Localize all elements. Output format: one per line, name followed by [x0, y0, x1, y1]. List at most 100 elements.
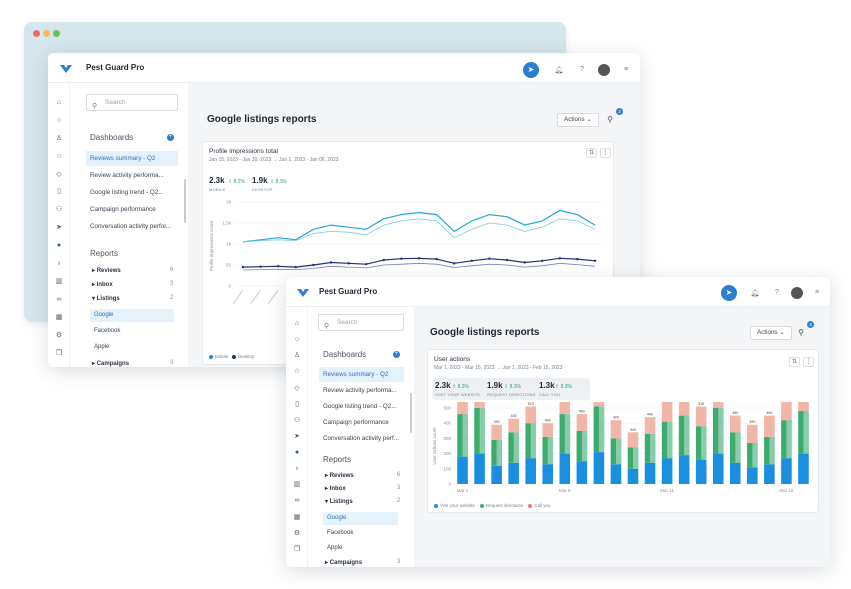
y-tick-label: 50	[226, 263, 232, 268]
dashboard-item[interactable]: Reviews summary - Q2	[319, 367, 404, 382]
report-group-inbox[interactable]: ▸ Inbox	[92, 281, 113, 288]
help-icon[interactable]: ?	[772, 289, 782, 296]
diamond-icon[interactable]: ◇	[54, 170, 64, 180]
avatar[interactable]	[598, 64, 610, 76]
filter-icon[interactable]: ⚲	[794, 326, 808, 340]
send-icon[interactable]: ➤	[721, 285, 737, 301]
dashboard-item[interactable]: Google listing trend - Q2...	[86, 185, 174, 200]
legend: Visit your website Request directions Ca…	[434, 503, 551, 508]
google-icon[interactable]: ●	[54, 241, 64, 251]
listing-item-facebook[interactable]: Facebook	[90, 325, 174, 338]
add-dashboard-button[interactable]: +	[167, 134, 174, 141]
chart-icon[interactable]: ▥	[292, 480, 302, 490]
listing-item-google[interactable]: Google	[90, 309, 174, 322]
link-icon[interactable]: ∞	[54, 295, 64, 305]
help-icon[interactable]: ?	[577, 66, 587, 73]
more-icon[interactable]: ⋮	[600, 148, 611, 158]
app-logo-icon	[60, 65, 72, 73]
data-point	[347, 262, 350, 265]
avatar[interactable]	[791, 287, 803, 299]
more-icon[interactable]: ⋮	[803, 357, 814, 367]
dashboard-item[interactable]: Conversation activity perfor...	[86, 219, 174, 234]
google-icon[interactable]: ●	[292, 448, 302, 458]
home-icon[interactable]: ⌂	[292, 319, 302, 329]
settings-icon[interactable]: ⚙	[54, 331, 64, 341]
diamond-icon[interactable]: ◇	[292, 384, 302, 394]
bar-segment	[747, 424, 758, 443]
y-tick-label: 500	[443, 406, 451, 411]
send-icon[interactable]: ➤	[292, 432, 302, 442]
star-icon[interactable]: ☆	[292, 367, 302, 377]
bar-segment-overlay	[684, 415, 690, 456]
report-count: 2	[397, 498, 401, 504]
search-icon: ⚲	[92, 103, 98, 110]
star-icon[interactable]: ☆	[54, 152, 64, 162]
chat-icon[interactable]: ○	[292, 335, 302, 345]
report-group-reviews[interactable]: ▸ Reviews	[92, 267, 121, 274]
document-icon[interactable]: ▯	[292, 400, 302, 410]
chat-icon[interactable]: ○	[54, 116, 64, 126]
bulb-icon[interactable]: ♁	[292, 464, 302, 474]
send-icon[interactable]: ➤	[523, 62, 539, 78]
scrollbar[interactable]	[184, 179, 186, 223]
close-dot[interactable]	[33, 30, 40, 37]
legend-dot	[209, 354, 213, 359]
listing-item-google[interactable]: Google	[323, 512, 398, 525]
copy-icon[interactable]: ❐	[292, 545, 302, 555]
maximize-dot[interactable]	[53, 30, 60, 37]
actions-button[interactable]: Actions ⌄	[557, 113, 599, 127]
home-icon[interactable]: ⌂	[54, 98, 64, 108]
dashboard-item[interactable]: Campaign performance	[86, 202, 174, 217]
user-icon[interactable]: ♙	[292, 351, 302, 361]
dashboard-item[interactable]: Campaign performance	[319, 415, 402, 430]
grid-icon[interactable]: ▦	[54, 313, 64, 323]
bell-icon[interactable]: 🔔︎	[750, 289, 760, 297]
search-input[interactable]: ⚲ Search	[318, 314, 404, 331]
x-tick-label: Mar 11	[660, 488, 674, 493]
kpi-value: 2.3k	[435, 381, 451, 390]
report-group-listings[interactable]: ▾ Listings	[325, 498, 353, 505]
listing-item-facebook[interactable]: Facebook	[323, 527, 398, 540]
actions-button[interactable]: Actions ⌄	[750, 326, 792, 340]
people-icon[interactable]: ⚇	[292, 416, 302, 426]
report-group-listings[interactable]: ▾ Listings	[92, 295, 120, 302]
listing-item-apple[interactable]: Apple	[323, 542, 398, 555]
listing-item-apple[interactable]: Apple	[90, 341, 174, 354]
dashboard-item[interactable]: Review activity performa...	[86, 168, 174, 183]
add-dashboard-button[interactable]: +	[393, 351, 400, 358]
search-input[interactable]: ⚲ Search	[86, 94, 178, 111]
report-group-campaigns[interactable]: ▸ Campaigns	[92, 360, 129, 367]
dashboard-item[interactable]: Review activity performa...	[319, 383, 402, 398]
chart-icon[interactable]: ▥	[54, 277, 64, 287]
send-icon[interactable]: ➤	[54, 223, 64, 233]
minimize-dot[interactable]	[43, 30, 50, 37]
bell-icon[interactable]: 🔔︎	[554, 66, 564, 74]
chart-settings-icon[interactable]: ⇅	[789, 357, 800, 367]
menu-icon[interactable]: ≡	[621, 66, 631, 73]
grid-icon[interactable]: ▦	[292, 513, 302, 523]
user-icon[interactable]: ♙	[54, 134, 64, 144]
people-icon[interactable]: ⚇	[54, 205, 64, 215]
dashboard-item[interactable]: Reviews summary - Q2	[86, 151, 178, 166]
report-group-campaigns[interactable]: ▸ Campaigns	[325, 559, 362, 566]
filter-icon[interactable]: ⚲	[603, 113, 617, 127]
bar-segment-overlay	[547, 436, 554, 465]
data-point	[277, 265, 280, 268]
menu-icon[interactable]: ≡	[812, 289, 822, 296]
scrollbar[interactable]	[410, 393, 412, 433]
bar-total-label: 390	[494, 420, 500, 424]
legend-dot	[232, 354, 237, 359]
chart-settings-icon[interactable]: ⇅	[586, 148, 597, 158]
bulb-icon[interactable]: ♁	[54, 259, 64, 269]
settings-icon[interactable]: ⚙	[292, 529, 302, 539]
copy-icon[interactable]: ❐	[54, 349, 64, 359]
data-point	[453, 262, 456, 265]
link-icon[interactable]: ∞	[292, 496, 302, 506]
dashboard-item[interactable]: Conversation activity perf...	[319, 431, 402, 446]
dashboard-item[interactable]: Google listing trend - Q2...	[319, 399, 402, 414]
report-group-reviews[interactable]: ▸ Reviews	[325, 472, 354, 479]
report-group-inbox[interactable]: ▸ Inbox	[325, 485, 346, 492]
document-icon[interactable]: ▯	[54, 187, 64, 197]
legend-label: Call you	[534, 503, 551, 508]
reports-title: Reports	[323, 455, 352, 464]
